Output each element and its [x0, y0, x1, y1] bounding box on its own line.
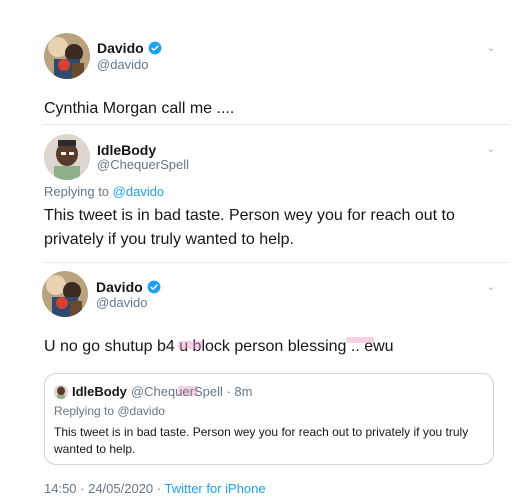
tweet-text: U no go shutup b4 u block person blessin…: [44, 338, 394, 355]
chevron-down-icon[interactable]: ⌄: [485, 143, 497, 155]
verified-badge-icon: [148, 41, 162, 55]
tweet-text: This tweet is in bad taste. Person wey y…: [44, 207, 455, 248]
replying-mention-link[interactable]: @davido: [113, 184, 165, 199]
quoted-avatar: [54, 384, 68, 399]
image-smudge: [178, 341, 202, 349]
display-name[interactable]: Davido: [97, 40, 144, 56]
tweet-davido-1: Davido @davido ⌄ Cynthia Morgan call me …: [0, 0, 520, 125]
handle[interactable]: @davido: [97, 57, 149, 72]
quoted-handle-time: @ChequerSpell · 8m: [130, 384, 253, 399]
replying-prefix: Replying to: [44, 184, 113, 199]
quoted-text: This tweet is in bad taste. Person wey y…: [54, 425, 469, 456]
chevron-down-icon[interactable]: ⌄: [485, 281, 497, 293]
avatar-idlebody[interactable]: [44, 134, 90, 180]
avatar-davido[interactable]: [42, 271, 88, 317]
handle[interactable]: @ChequerSpell: [97, 157, 189, 172]
display-name[interactable]: Davido: [96, 279, 143, 295]
verified-badge-icon: [147, 280, 161, 294]
handle[interactable]: @davido: [96, 295, 148, 310]
chevron-down-icon[interactable]: ⌄: [485, 42, 497, 54]
image-smudge: [346, 337, 374, 343]
tweet-idlebody: IdleBody @ChequerSpell ⌄ Replying to @da…: [0, 125, 520, 263]
tweet-source-link[interactable]: Twitter for iPhone: [164, 481, 265, 496]
tweet-datetime[interactable]: 14:50 · 24/05/2020 ·: [44, 481, 164, 496]
quoted-tweet[interactable]: IdleBody @ChequerSpell · 8m Replying to …: [44, 373, 494, 465]
avatar-davido[interactable]: [44, 33, 90, 79]
tweet-footer: 14:50 · 24/05/2020 · Twitter for iPhone: [44, 481, 266, 496]
tweet-text: Cynthia Morgan call me ....: [44, 100, 235, 117]
display-name[interactable]: IdleBody: [97, 142, 156, 158]
quoted-replying-to: Replying to @davido: [54, 404, 165, 418]
replying-to: Replying to @davido: [44, 184, 164, 199]
quoted-display-name: IdleBody: [72, 384, 127, 399]
